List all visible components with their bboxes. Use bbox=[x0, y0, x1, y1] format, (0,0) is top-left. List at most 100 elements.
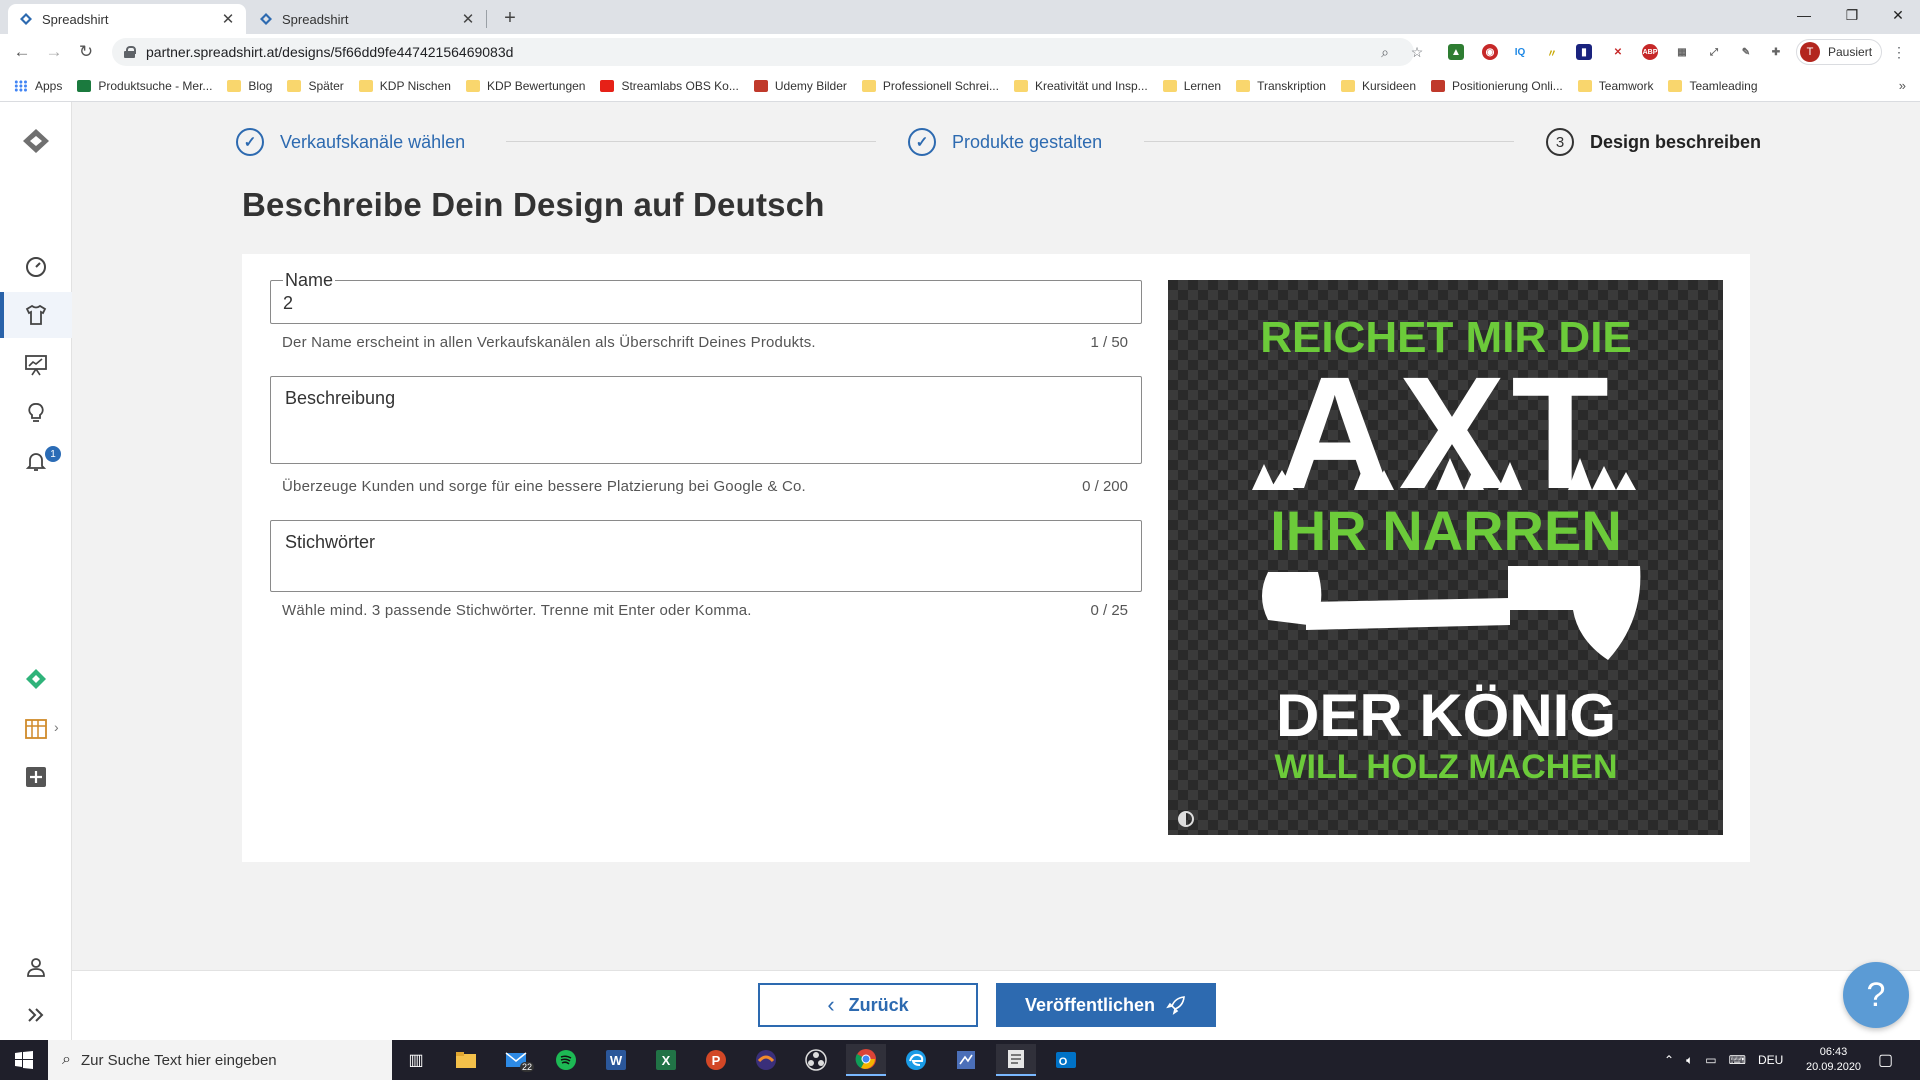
sidebar-item-add[interactable] bbox=[0, 754, 72, 800]
contrast-toggle-icon[interactable] bbox=[1178, 811, 1194, 827]
spotify-icon[interactable] bbox=[546, 1044, 586, 1076]
task-view-icon[interactable]: ▥ bbox=[396, 1044, 436, 1076]
bookmark-item[interactable]: Später bbox=[287, 79, 344, 93]
excel-icon[interactable]: X bbox=[646, 1044, 686, 1076]
fullscreen-icon[interactable]: ⤢ bbox=[1706, 44, 1722, 60]
volume-icon[interactable]: 🔈︎ bbox=[1686, 1053, 1693, 1068]
tab-close-icon[interactable]: ✕ bbox=[220, 11, 236, 28]
bookmark-item[interactable]: Transkription bbox=[1236, 79, 1326, 93]
windows-start-button[interactable] bbox=[0, 1040, 48, 1080]
bookmark-label: KDP Bewertungen bbox=[486, 78, 586, 93]
bookmark-item[interactable]: Kursideen bbox=[1340, 79, 1416, 93]
app-icon[interactable] bbox=[946, 1044, 986, 1076]
network-icon[interactable]: ▭ bbox=[1705, 1053, 1716, 1067]
site-favicon-icon bbox=[753, 79, 768, 92]
obs-icon[interactable] bbox=[796, 1044, 836, 1076]
bookmark-item[interactable]: Teamleading bbox=[1668, 79, 1758, 93]
reload-icon[interactable]: ↻ bbox=[74, 40, 98, 64]
address-bar[interactable]: partner.spreadshirt.at/designs/5f66dd9fe… bbox=[112, 38, 1414, 66]
window-close-icon[interactable]: ✕ bbox=[1876, 0, 1920, 30]
sidebar-item-dashboard[interactable] bbox=[0, 244, 72, 290]
sidebar-item-account[interactable] bbox=[0, 944, 72, 990]
new-tab-icon[interactable]: + bbox=[498, 6, 522, 30]
bookmarks-overflow-icon[interactable]: » bbox=[1899, 78, 1906, 93]
app-icon[interactable] bbox=[996, 1044, 1036, 1076]
step-connector bbox=[506, 141, 876, 142]
bookmark-item[interactable]: Kreativität und Insp... bbox=[1013, 79, 1148, 93]
spreadshirt-favicon-icon bbox=[258, 11, 274, 27]
user-icon bbox=[27, 958, 45, 977]
app-icon[interactable] bbox=[746, 1044, 786, 1076]
sidebar-logo[interactable] bbox=[0, 118, 72, 164]
bookmark-label: Transkription bbox=[1257, 78, 1326, 93]
bookmark-item[interactable]: Professionell Schrei... bbox=[861, 79, 999, 93]
help-button[interactable]: ? bbox=[1843, 962, 1909, 1028]
outlook-icon[interactable]: O bbox=[1046, 1044, 1086, 1076]
browser-tab-1[interactable]: Spreadshirt ✕ bbox=[8, 4, 246, 34]
bookmark-item[interactable]: Teamwork bbox=[1577, 79, 1653, 93]
extension-icon[interactable]: IQ bbox=[1512, 44, 1528, 60]
sidebar-item-ideas[interactable] bbox=[0, 390, 72, 436]
sidebar-item-statistics[interactable] bbox=[0, 342, 72, 388]
bookmark-star-icon[interactable]: ☆ bbox=[1408, 43, 1426, 61]
publish-button[interactable]: Veröffentlichen bbox=[996, 983, 1216, 1027]
bookmark-item[interactable]: Lernen bbox=[1162, 78, 1222, 93]
step-sales-channels[interactable]: ✓ Verkaufskanäle wählen bbox=[236, 125, 465, 159]
mail-icon[interactable]: 22 bbox=[496, 1044, 536, 1076]
sidebar-item-spreadshop[interactable] bbox=[0, 656, 72, 702]
adblock-icon[interactable]: ABP bbox=[1642, 44, 1658, 60]
keyboard-icon[interactable]: ⌨ bbox=[1729, 1053, 1746, 1067]
extension-icon[interactable]: ▦ bbox=[1674, 44, 1690, 60]
sidebar-expand[interactable] bbox=[0, 992, 72, 1038]
bookmark-item[interactable]: KDP Bewertungen bbox=[465, 78, 586, 93]
description-field[interactable]: Beschreibung bbox=[270, 376, 1142, 464]
profile-button[interactable]: T Pausiert bbox=[1796, 39, 1882, 65]
sidebar-item-notifications[interactable]: 1 bbox=[0, 438, 72, 484]
speedometer-icon bbox=[26, 257, 46, 277]
minimize-icon[interactable]: — bbox=[1782, 0, 1826, 30]
bookmark-item[interactable]: Positionierung Onli... bbox=[1431, 79, 1563, 93]
extensions-puzzle-icon[interactable]: ✚ bbox=[1768, 44, 1784, 60]
lock-icon bbox=[124, 46, 136, 58]
extension-icon[interactable]: ▲ bbox=[1448, 44, 1464, 60]
tab-close-icon[interactable]: ✕ bbox=[460, 11, 476, 28]
back-button[interactable]: ‹ Zurück bbox=[758, 983, 978, 1027]
menu-dots-icon[interactable]: ⋮ bbox=[1890, 43, 1908, 61]
step-design-products[interactable]: ✓ Produkte gestalten bbox=[908, 125, 1102, 159]
eyedropper-icon[interactable]: ✎ bbox=[1738, 44, 1754, 60]
forward-arrow-icon[interactable]: → bbox=[42, 40, 66, 64]
word-icon[interactable]: W bbox=[596, 1044, 636, 1076]
clock[interactable]: 06:43 20.09.2020 bbox=[1806, 1040, 1861, 1080]
svg-text:P: P bbox=[712, 1053, 721, 1068]
language-indicator[interactable]: DEU bbox=[1758, 1053, 1783, 1067]
notifications-icon[interactable]: ▢ bbox=[1878, 1040, 1893, 1080]
taskbar-search[interactable]: ⌕ Zur Suche Text hier eingeben bbox=[48, 1040, 392, 1080]
bookmark-item[interactable]: Apps bbox=[14, 79, 62, 93]
bookmark-label: Lernen bbox=[1183, 78, 1222, 93]
file-explorer-icon[interactable] bbox=[446, 1044, 486, 1076]
sidebar-item-designs[interactable] bbox=[0, 292, 72, 338]
bookmark-item[interactable]: KDP Nischen bbox=[358, 79, 451, 93]
chevron-up-icon[interactable]: ⌃ bbox=[1664, 1053, 1674, 1067]
powerpoint-icon[interactable]: P bbox=[696, 1044, 736, 1076]
browser-tab-2[interactable]: Spreadshirt ✕ bbox=[248, 4, 486, 34]
extension-icon[interactable]: ✕ bbox=[1610, 44, 1626, 60]
chrome-icon[interactable] bbox=[846, 1044, 886, 1076]
site-favicon-icon bbox=[600, 79, 615, 92]
name-field[interactable]: Name 2 bbox=[270, 270, 1142, 324]
extension-icon[interactable]: 〃 bbox=[1544, 44, 1560, 60]
mail-badge: 22 bbox=[520, 1062, 535, 1072]
bookmark-item[interactable]: Streamlabs OBS Ko... bbox=[600, 79, 739, 93]
bookmark-item[interactable]: Blog bbox=[227, 79, 272, 93]
extension-icon[interactable]: ▮ bbox=[1576, 44, 1592, 60]
back-arrow-icon[interactable]: ← bbox=[10, 40, 34, 64]
restore-icon[interactable]: ❐ bbox=[1830, 0, 1874, 30]
extension-icon[interactable]: ◉ bbox=[1482, 44, 1498, 60]
bookmark-item[interactable]: Udemy Bilder bbox=[753, 79, 847, 93]
sidebar-item-shop[interactable]: › bbox=[0, 706, 72, 752]
bookmark-item[interactable]: Produktsuche - Mer... bbox=[77, 79, 212, 93]
spreadshirt-logo-icon bbox=[23, 129, 49, 153]
zoom-icon[interactable]: ⌕ bbox=[1376, 43, 1394, 61]
keywords-field[interactable]: Stichwörter bbox=[270, 520, 1142, 592]
edge-icon[interactable] bbox=[896, 1044, 936, 1076]
